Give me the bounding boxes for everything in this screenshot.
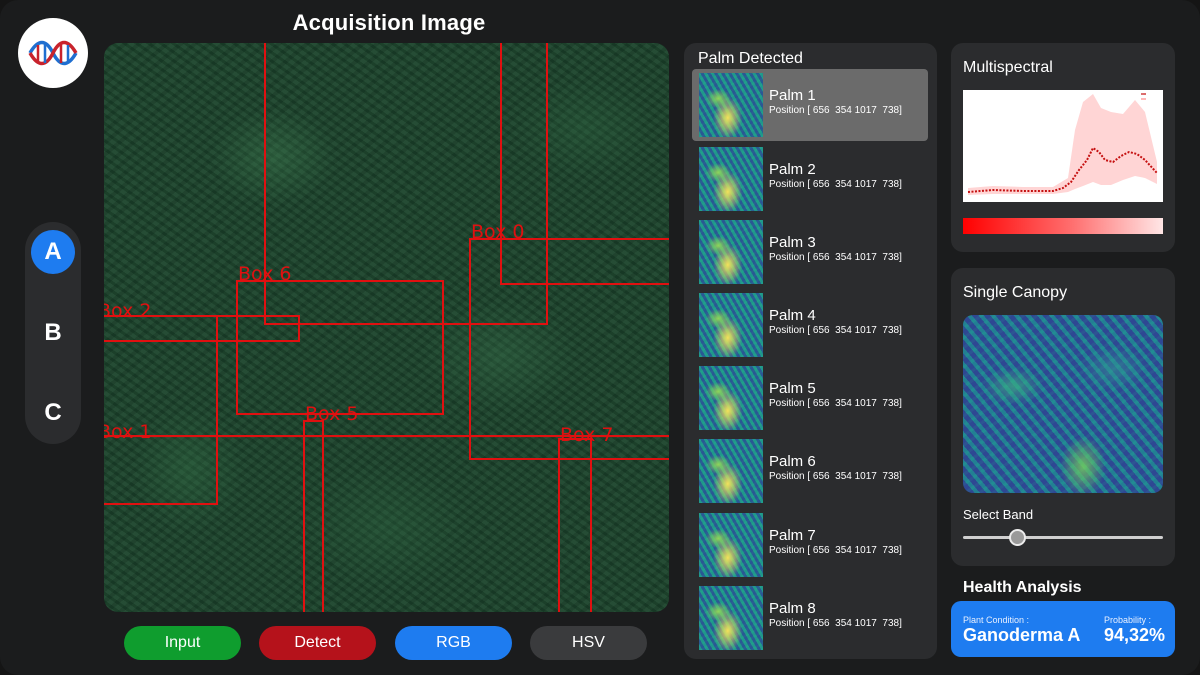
- palm-position: Position [ 656 354 1017 738]: [769, 179, 902, 190]
- multispectral-card: Multispectral: [951, 43, 1175, 252]
- palm-name: Palm 8: [769, 600, 816, 617]
- box-7-frame: [558, 438, 592, 612]
- canopy-title: Single Canopy: [963, 284, 1068, 301]
- select-band-label: Select Band: [963, 507, 1034, 522]
- palm-position: Position [ 656 354 1017 738]: [769, 398, 902, 409]
- palm-position: Position [ 656 354 1017 738]: [769, 105, 902, 116]
- palm-name: Palm 7: [769, 527, 816, 544]
- palm-list-item[interactable]: Palm 7 Position [ 656 354 1017 738]: [692, 509, 928, 581]
- palm-thumbnail: [699, 439, 763, 503]
- detection-overlay: Box 0 Box 6 Box 2 Box 5 Box 1 Box 7: [104, 43, 669, 612]
- input-button[interactable]: Input: [124, 626, 241, 660]
- multispectral-title: Multispectral: [963, 59, 1053, 76]
- health-analysis-title: Health Analysis: [963, 579, 1082, 596]
- acquisition-image[interactable]: Box 0 Box 6 Box 2 Box 5 Box 1 Box 7: [104, 43, 669, 612]
- palm-thumbnail: [699, 366, 763, 430]
- nav-item-b[interactable]: B: [31, 311, 75, 355]
- spectral-chart: [963, 90, 1163, 202]
- box-label: Box 7: [560, 424, 613, 446]
- side-nav: A B C: [25, 222, 81, 444]
- palm-thumbnail: [699, 586, 763, 650]
- single-canopy-card: Single Canopy Select Band: [951, 268, 1175, 566]
- palm-position: Position [ 656 354 1017 738]: [769, 618, 902, 629]
- probability-label: Probability :: [1104, 615, 1152, 625]
- nav-item-a[interactable]: A: [31, 230, 75, 274]
- health-result-card: Plant Condition : Ganoderma A Probabilit…: [951, 601, 1175, 657]
- palm-list-item[interactable]: Palm 8 Position [ 656 354 1017 738]: [692, 582, 928, 654]
- palm-list-item[interactable]: Palm 1 Position [ 656 354 1017 738]: [692, 69, 928, 141]
- box-label: Box 6: [238, 263, 291, 285]
- probability-value: 94,32%: [1104, 625, 1166, 645]
- condition-value: Ganoderma A: [963, 625, 1081, 645]
- box-label: Box 5: [305, 403, 358, 425]
- palm-list-item[interactable]: Palm 3 Position [ 656 354 1017 738]: [692, 216, 928, 288]
- canopy-image: [963, 315, 1163, 493]
- page-title: Acquisition Image: [292, 10, 486, 35]
- palm-list-item[interactable]: Palm 4 Position [ 656 354 1017 738]: [692, 289, 928, 361]
- palm-name: Palm 2: [769, 161, 816, 178]
- hsv-button[interactable]: HSV: [530, 626, 647, 660]
- palm-position: Position [ 656 354 1017 738]: [769, 325, 902, 336]
- box-label: Box 1: [104, 421, 151, 443]
- box-frame-b: [500, 43, 669, 285]
- spectral-plot: [967, 93, 1158, 195]
- palm-panel-title: Palm Detected: [698, 50, 803, 67]
- palm-name: Palm 1: [769, 87, 816, 104]
- app-logo: [18, 18, 88, 88]
- palm-thumbnail: [699, 293, 763, 357]
- palm-name: Palm 4: [769, 307, 816, 324]
- palm-position: Position [ 656 354 1017 738]: [769, 252, 902, 263]
- palm-list-item[interactable]: Palm 5 Position [ 656 354 1017 738]: [692, 362, 928, 434]
- nav-item-c[interactable]: C: [31, 391, 75, 435]
- box-label: Box 2: [104, 300, 151, 322]
- dna-logo-icon: [28, 40, 78, 66]
- band-slider-track[interactable]: [963, 536, 1163, 539]
- box-5-frame: [303, 420, 324, 612]
- palm-thumbnail: [699, 73, 763, 137]
- box-6-frame: [236, 280, 444, 415]
- band-slider-thumb[interactable]: [1008, 529, 1026, 546]
- color-scale-bar: [963, 218, 1163, 234]
- detect-button[interactable]: Detect: [259, 626, 376, 660]
- palm-list-item[interactable]: Palm 6 Position [ 656 354 1017 738]: [692, 435, 928, 507]
- spectral-band-area: [968, 94, 1157, 195]
- palm-list-item[interactable]: Palm 2 Position [ 656 354 1017 738]: [692, 143, 928, 215]
- palm-position: Position [ 656 354 1017 738]: [769, 471, 902, 482]
- rgb-button[interactable]: RGB: [395, 626, 512, 660]
- chart-legend: [1141, 93, 1146, 100]
- palm-detected-panel: Palm Detected Palm 1 Position [ 656 354 …: [684, 43, 937, 659]
- palm-thumbnail: [699, 513, 763, 577]
- palm-name: Palm 3: [769, 234, 816, 251]
- palm-thumbnail: [699, 220, 763, 284]
- app-window: A B C Acquisition Image Box 0 Box 6 Box …: [0, 0, 1200, 675]
- palm-position: Position [ 656 354 1017 738]: [769, 545, 902, 556]
- condition-label: Plant Condition :: [963, 615, 1030, 625]
- box-label: Box 0: [471, 221, 524, 243]
- box-2-frame-b: [104, 315, 218, 505]
- palm-name: Palm 6: [769, 453, 816, 470]
- palm-thumbnail: [699, 147, 763, 211]
- palm-name: Palm 5: [769, 380, 816, 397]
